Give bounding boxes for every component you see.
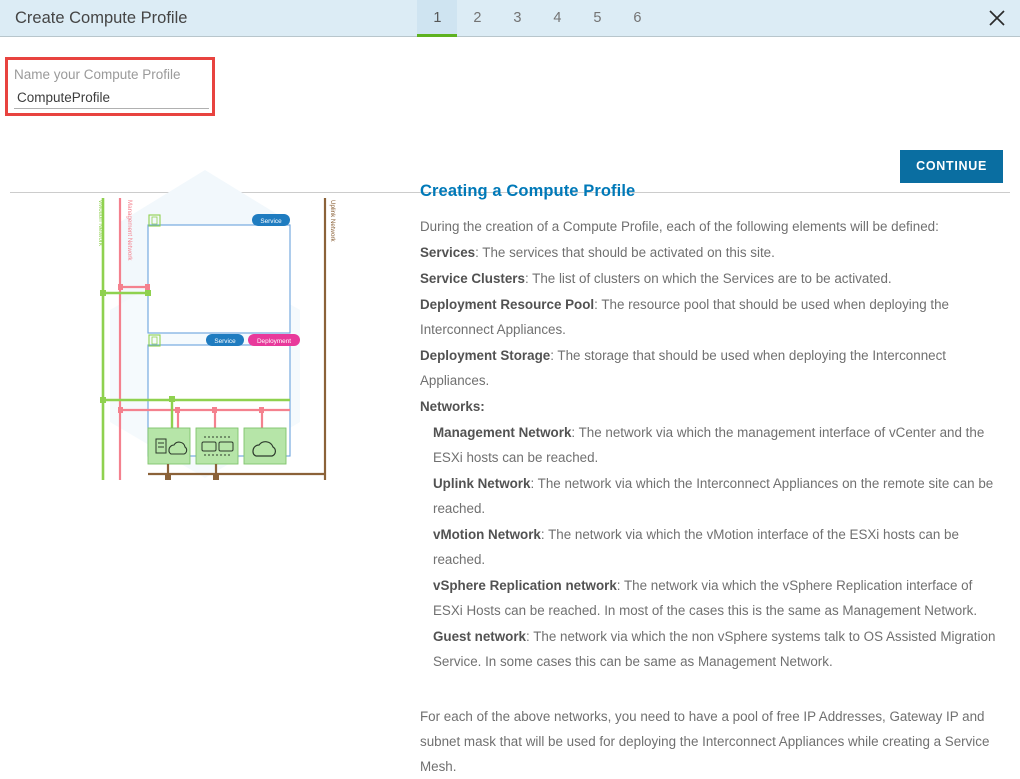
info-item-deployment-resource-pool: Deployment Resource Pool: The resource p… — [420, 292, 1002, 342]
info-network-vmotion-term: vMotion Network — [433, 527, 541, 542]
compute-profile-diagram: vMotion Network Management Network Uplin… — [97, 170, 336, 480]
info-item-services-term: Services — [420, 245, 476, 260]
tab-step-3[interactable]: 3 — [497, 0, 537, 36]
info-item-deployment-resource-pool-term: Deployment Resource Pool — [420, 297, 595, 312]
tab-step-3-label: 3 — [513, 10, 522, 26]
diagram-badge-deployment: Deployment — [257, 338, 291, 345]
info-network-uplink: Uplink Network: The network via which th… — [420, 471, 1002, 521]
profile-name-field-group: Name your Compute Profile — [14, 66, 209, 109]
info-network-vsphere-replication-term: vSphere Replication network — [433, 578, 617, 593]
info-item-service-clusters: Service Clusters: The list of clusters o… — [420, 266, 1002, 291]
info-item-service-clusters-term: Service Clusters — [420, 271, 525, 286]
tab-step-5-label: 5 — [593, 10, 602, 26]
header-spacer — [657, 0, 974, 36]
info-network-uplink-term: Uplink Network — [433, 476, 531, 491]
tab-step-2-label: 2 — [473, 10, 482, 26]
profile-name-form: Name your Compute Profile CONTINUE — [0, 37, 1020, 193]
info-network-guest-term: Guest network — [433, 629, 527, 644]
diagram-appliance-1 — [147, 427, 191, 465]
info-footer: For each of the above networks, you need… — [420, 709, 990, 774]
profile-name-input[interactable] — [14, 90, 209, 109]
info-item-deployment-storage: Deployment Storage: The storage that sho… — [420, 343, 1002, 393]
info-item-service-clusters-desc: : The list of clusters on which the Serv… — [524, 271, 892, 286]
info-network-management: Management Network: The network via whic… — [420, 420, 1002, 470]
close-icon — [988, 9, 1006, 27]
tab-step-4[interactable]: 4 — [537, 0, 577, 36]
tab-step-6-label: 6 — [633, 10, 642, 26]
info-item-networks-term: Networks: — [420, 399, 485, 414]
info-heading: Creating a Compute Profile — [420, 182, 636, 200]
wizard-step-tabs: 1 2 3 4 5 6 — [417, 0, 657, 37]
diagram-badge-service-2: Service — [214, 338, 236, 345]
wizard-header: Create Compute Profile 1 2 3 4 5 6 — [0, 0, 1020, 37]
tab-step-1-label: 1 — [433, 10, 442, 26]
tab-step-5[interactable]: 5 — [577, 0, 617, 36]
info-network-vmotion: vMotion Network: The network via which t… — [420, 522, 1002, 572]
diagram-label-uplink-network: Uplink Network — [329, 200, 336, 243]
tab-step-2[interactable]: 2 — [457, 0, 497, 36]
page-title: Create Compute Profile — [15, 9, 188, 27]
info-item-deployment-storage-term: Deployment Storage — [420, 348, 551, 363]
info-item-networks: Networks: — [420, 394, 1002, 419]
content-area: vMotion Network Management Network Uplin… — [0, 160, 1020, 774]
info-item-services-desc: : The services that should be activated … — [475, 245, 775, 260]
tab-step-6[interactable]: 6 — [617, 0, 657, 36]
profile-name-label: Name your Compute Profile — [14, 67, 181, 82]
info-network-guest: Guest network: The network via which the… — [420, 624, 1002, 674]
illustration-column: vMotion Network Management Network Uplin… — [0, 160, 415, 677]
info-intro: During the creation of a Compute Profile… — [420, 219, 939, 234]
close-button[interactable] — [974, 0, 1020, 36]
info-network-vsphere-replication: vSphere Replication network: The network… — [420, 573, 1002, 623]
diagram-label-management-network: Management Network — [126, 200, 133, 261]
info-item-services: Services: The services that should be ac… — [420, 240, 1002, 265]
tab-step-1[interactable]: 1 — [417, 0, 458, 37]
tab-step-4-label: 4 — [553, 10, 562, 26]
info-network-management-term: Management Network — [433, 425, 572, 440]
diagram-label-vmotion-network: vMotion Network — [97, 200, 104, 247]
diagram-appliance-3 — [243, 427, 287, 465]
info-panel: Creating a Compute Profile During the cr… — [415, 160, 1020, 774]
diagram-badge-service-1: Service — [260, 218, 282, 225]
